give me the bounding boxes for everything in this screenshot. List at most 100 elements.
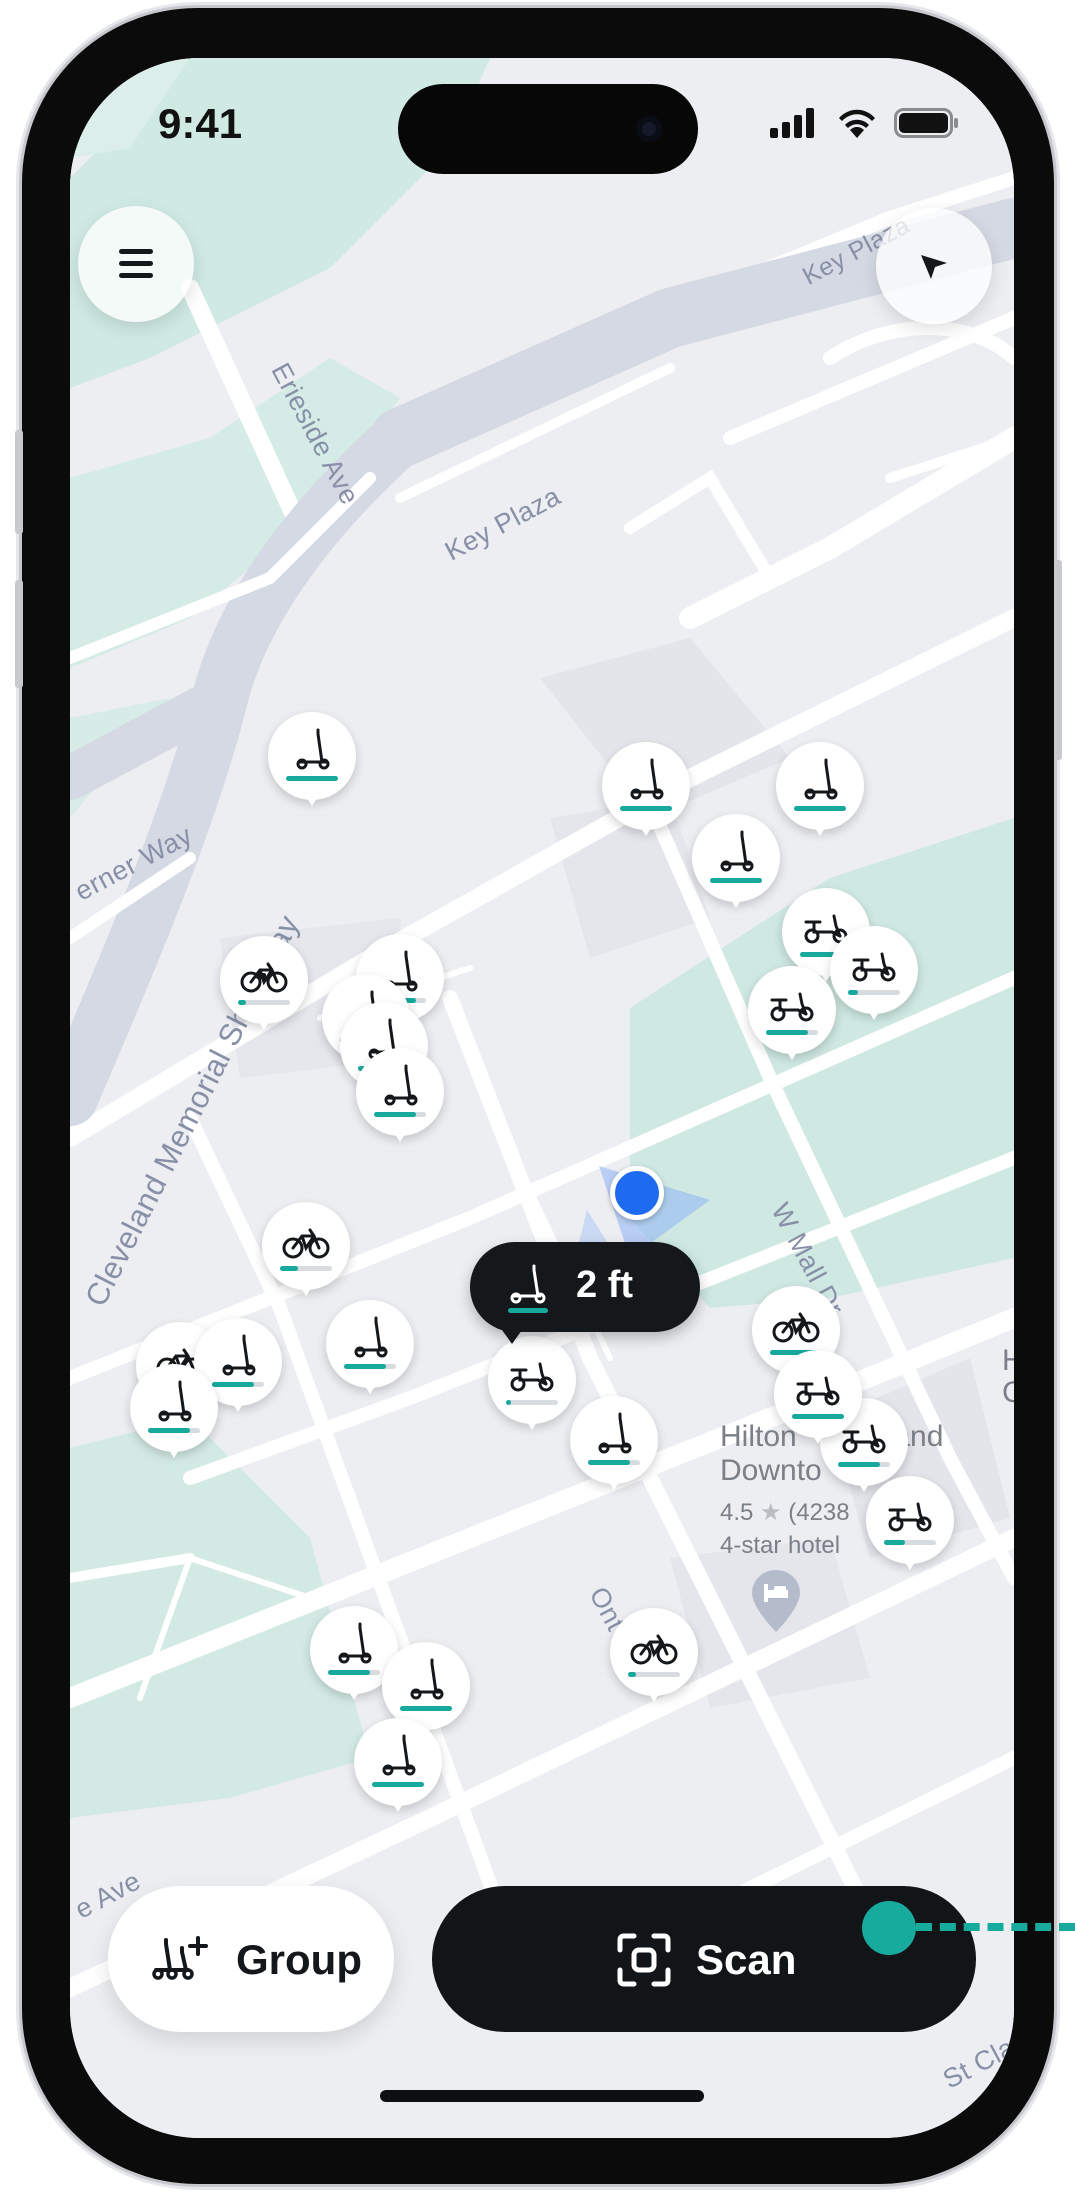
scooter-icon (720, 830, 754, 872)
scooter-icon (410, 1658, 444, 1700)
battery-level-bar (328, 1670, 380, 1675)
status-icons (770, 102, 970, 142)
vehicle-pin-scooter[interactable] (130, 1364, 218, 1464)
vehicle-pin-scooter[interactable] (268, 712, 356, 812)
moped-icon (510, 1362, 554, 1392)
scooter-icon (158, 1380, 192, 1422)
battery-level-fill (766, 1030, 808, 1035)
group-scooters-icon (152, 1936, 208, 1980)
poi-name-line2: Downto (720, 1454, 822, 1487)
vehicle-pin-moped[interactable] (488, 1336, 576, 1436)
vehicle-pin-bike[interactable] (262, 1202, 350, 1302)
battery-level-bar (286, 776, 338, 781)
menu-button[interactable] (78, 206, 194, 322)
battery-level-bar (710, 878, 762, 883)
power-button (1054, 560, 1062, 760)
vehicle-pin-ebike[interactable] (220, 936, 308, 1036)
battery-level-fill (848, 990, 858, 995)
bed-icon[interactable] (752, 1570, 800, 1632)
battery-level-fill (710, 878, 762, 883)
battery-level-bar (400, 1706, 452, 1711)
scooter-icon (296, 728, 330, 770)
battery-level-bar (344, 1364, 396, 1369)
vehicle-pin-scooter[interactable] (776, 742, 864, 842)
battery-level-fill (506, 1400, 511, 1405)
battery-level-fill (372, 1782, 424, 1787)
poi-rating: 4.5 (720, 1499, 754, 1526)
poi-category: 4-star hotel (720, 1532, 841, 1559)
swipe-hint-handle[interactable] (862, 1901, 916, 1955)
vehicle-pin-scooter[interactable] (602, 742, 690, 842)
bike-icon (772, 1312, 820, 1343)
moped-icon (888, 1502, 932, 1532)
battery-level-bar (620, 806, 672, 811)
battery-level-bar (884, 1540, 936, 1545)
battery-level-bar (848, 990, 900, 995)
vehicle-pin-scooter[interactable] (692, 814, 780, 914)
vehicle-pin-bike[interactable] (610, 1608, 698, 1708)
battery-level-fill (328, 1670, 370, 1675)
battery-level-bar (628, 1672, 680, 1677)
battery-level-bar (794, 806, 846, 811)
battery-level-fill (148, 1428, 190, 1433)
navigation-arrow-icon (921, 255, 947, 279)
bike-icon (630, 1634, 678, 1665)
hamburger-icon (119, 249, 153, 278)
scan-label: Scan (696, 1936, 797, 1983)
battery-level-fill (792, 1414, 844, 1419)
scooter-icon (630, 758, 664, 800)
nearest-vehicle-pill[interactable]: 2 ft (470, 1242, 700, 1344)
bike-icon (282, 1228, 330, 1259)
wifi-icon (839, 109, 875, 138)
vehicle-pin-moped[interactable] (866, 1476, 954, 1576)
battery-level-fill (838, 1462, 880, 1467)
vehicle-pin-moped[interactable] (830, 926, 918, 1026)
battery-level-fill (238, 1000, 246, 1005)
moped-icon (852, 952, 896, 982)
home-indicator[interactable] (380, 2090, 704, 2102)
battery-level-fill (374, 1112, 416, 1117)
vehicle-pin-moped[interactable] (774, 1350, 862, 1450)
vehicle-pin-scooter[interactable] (354, 1718, 442, 1818)
vehicle-pin-scooter[interactable] (326, 1300, 414, 1400)
vehicle-pin-scooter[interactable] (570, 1396, 658, 1496)
scooter-icon (384, 1064, 418, 1106)
locate-me-button[interactable] (876, 208, 992, 324)
battery-level-bar (212, 1382, 264, 1387)
battery-level-fill (212, 1382, 254, 1387)
battery-level-fill (628, 1672, 636, 1677)
battery-level-bar (766, 1030, 818, 1035)
user-location-marker (610, 1166, 664, 1220)
vehicle-pin-moped[interactable] (748, 966, 836, 1066)
scooter-icon (804, 758, 838, 800)
battery-level-fill (620, 806, 672, 811)
group-label: Group (236, 1936, 362, 1983)
edge-letter: C (1002, 1376, 1014, 1409)
moped-icon (796, 1376, 840, 1406)
ebike-icon (240, 962, 288, 993)
moped-icon (770, 992, 814, 1022)
front-camera (636, 116, 662, 142)
swipe-hint-trail (916, 1923, 1075, 1931)
vehicle-pin-scooter[interactable] (356, 1048, 444, 1148)
battery-level-fill (344, 1364, 386, 1369)
battery-level-fill (588, 1460, 630, 1465)
battery-level-bar (792, 1414, 844, 1419)
star-icon: ★ (760, 1499, 782, 1526)
battery-level-bar (588, 1460, 640, 1465)
battery-level-bar (238, 1000, 290, 1005)
battery-level-fill (280, 1266, 298, 1271)
group-ride-button[interactable]: Group (108, 1886, 394, 2032)
poi-reviews: (4238 (788, 1499, 850, 1526)
battery-level-fill (884, 1540, 905, 1545)
battery-level-bar (280, 1266, 332, 1271)
status-time: 9:41 (158, 100, 243, 147)
distance-label: 2 ft (576, 1264, 633, 1306)
battery-level-bar (506, 1400, 558, 1405)
edge-letter: H (1002, 1344, 1014, 1377)
app-screen: Key Plaza Key Plaza Erieside Ave Clevela… (70, 58, 1014, 2138)
battery-level-bar (374, 1112, 426, 1117)
poi-rating-row: 4.5 ★ (4238 (720, 1498, 850, 1527)
scooter-icon (338, 1622, 372, 1664)
battery-level-bar (838, 1462, 890, 1467)
